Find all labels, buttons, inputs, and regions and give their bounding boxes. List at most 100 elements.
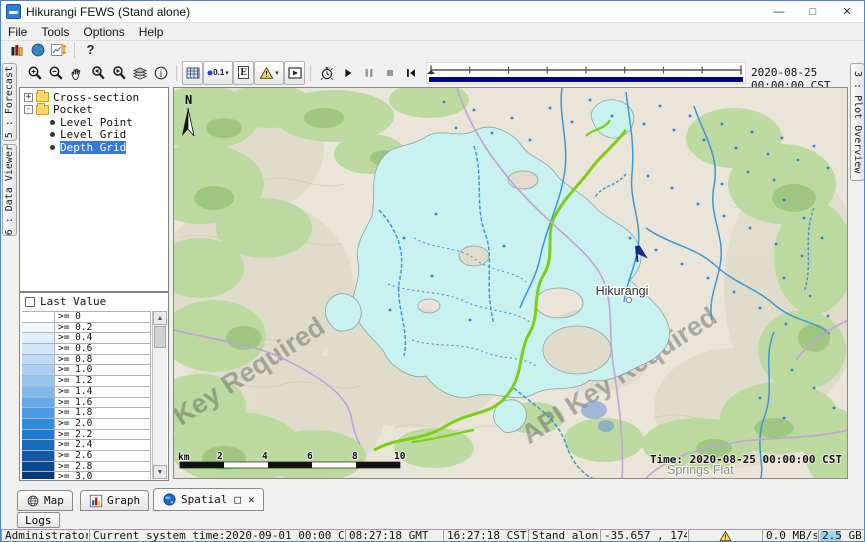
logs-row: Logs — [1, 511, 864, 529]
stopwatch-icon — [319, 65, 335, 81]
help-button[interactable]: ? — [80, 42, 101, 58]
menu-file[interactable]: File — [1, 25, 34, 39]
scrollbar-thumb[interactable] — [154, 326, 166, 348]
menu-options[interactable]: Options — [76, 25, 131, 39]
info-button[interactable]: i — [150, 61, 171, 85]
tab-close-icon[interactable]: ✕ — [248, 493, 255, 506]
app-logo-icon — [6, 4, 21, 19]
zoom-next-button[interactable] — [108, 61, 129, 85]
legend-table: >= 0 >= 0.2 >= 0.4 >= 0.6 >= 0.8 >= 1.0 … — [22, 311, 151, 479]
thresholds-dropdown[interactable]: !▾ — [254, 61, 284, 85]
legend-panel: Last Value >= 0 >= 0.2 >= 0.4 >= 0.6 >= … — [19, 292, 169, 481]
help-glyph: ? — [87, 42, 95, 57]
legend-row[interactable]: >= 3.0 — [22, 472, 151, 479]
logs-button-label: Logs — [25, 514, 52, 527]
legend-color-swatch — [22, 365, 55, 375]
grid-display-button[interactable] — [182, 61, 203, 85]
maximize-button[interactable]: □ — [796, 1, 830, 22]
layers-button[interactable] — [129, 61, 150, 85]
legend-row-label: >= 1.2 — [55, 376, 151, 386]
folder-icon — [36, 92, 49, 102]
last-value-checkbox[interactable] — [25, 297, 35, 307]
spatial-display-button[interactable] — [48, 42, 69, 58]
time-slider[interactable] — [426, 62, 746, 84]
pause-button[interactable] — [358, 61, 379, 85]
svg-text:6: 6 — [307, 451, 313, 462]
map-view[interactable]: API Key Required API Key Required — [173, 87, 848, 479]
tab-spatial[interactable]: Spatial □ ✕ — [153, 488, 264, 511]
zoom-out-icon — [48, 65, 64, 81]
svg-text:8: 8 — [352, 451, 358, 462]
memory-usage-text: 2.5 GB — [822, 529, 862, 542]
legend-color-swatch — [22, 398, 55, 408]
map-display-button[interactable] — [27, 42, 48, 58]
svg-text:i: i — [159, 69, 162, 79]
legend-row-label: >= 0.8 — [55, 355, 151, 365]
legend-color-swatch — [22, 344, 55, 354]
value-labels-dropdown[interactable]: 0.1▾ — [203, 61, 233, 85]
bullet-icon — [50, 120, 55, 125]
step-back-button[interactable] — [400, 61, 421, 85]
menu-tools[interactable]: Tools — [34, 25, 76, 39]
tab-graph[interactable]: Graph — [80, 490, 149, 511]
minimize-button[interactable]: — — [762, 1, 796, 22]
legend-color-swatch — [22, 472, 55, 479]
legend-row-label: >= 3.0 — [55, 472, 151, 479]
tree-item-label: Pocket — [53, 103, 93, 116]
zoom-out-button[interactable] — [45, 61, 66, 85]
status-warning-cell[interactable]: ! — [688, 529, 762, 542]
timer-button[interactable] — [316, 61, 337, 85]
legend-row-label: >= 0.2 — [55, 323, 151, 333]
legend-row-label: >= 1.8 — [55, 408, 151, 418]
tree-item-level-grid[interactable]: Level Grid — [24, 129, 168, 142]
chart-arrow-icon — [50, 42, 67, 58]
tab-map[interactable]: Map — [17, 490, 73, 511]
svg-text:km: km — [178, 452, 190, 463]
pan-hand-icon — [69, 65, 85, 81]
legend-row[interactable]: >= 1.4 — [22, 387, 151, 398]
legend-row-label: >= 0.6 — [55, 344, 151, 354]
scroll-down-button[interactable]: ▼ — [153, 465, 167, 479]
dock-tab-forecast[interactable]: 5 : Forecast — [2, 63, 17, 141]
label-e-icon: E — [238, 66, 249, 79]
scroll-up-button[interactable]: ▲ — [153, 311, 167, 325]
pan-button[interactable] — [66, 61, 87, 85]
app-window: Hikurangi FEWS (Stand alone) — □ ✕ File … — [0, 0, 865, 542]
tree-item-label: Level Point — [60, 116, 133, 129]
svg-text:4: 4 — [262, 451, 268, 462]
status-coordinates: -35.657 , 174.199 — [600, 529, 688, 542]
legend-color-swatch — [22, 408, 55, 418]
globe-icon — [30, 42, 46, 58]
legend-row-label: >= 1.4 — [55, 387, 151, 397]
legend-row[interactable]: >= 2.0 — [22, 419, 151, 430]
legend-scrollbar[interactable]: ▲ ▼ — [152, 311, 167, 479]
data-viewer-button[interactable] — [6, 42, 27, 58]
bullet-icon — [50, 132, 55, 137]
logs-button[interactable]: Logs — [17, 512, 60, 528]
tree-item-depth-grid[interactable]: Depth Grid — [24, 141, 168, 154]
zoom-in-button[interactable] — [24, 61, 45, 85]
dock-tab-plot-overview[interactable]: 3 : Plot Overview — [850, 63, 865, 181]
collapse-icon[interactable]: - — [24, 105, 33, 114]
toolbar-separator — [74, 42, 75, 58]
zoom-previous-button[interactable] — [87, 61, 108, 85]
stop-button[interactable] — [379, 61, 400, 85]
svg-text:!: ! — [723, 533, 727, 541]
tree-item-label: Cross-section — [53, 91, 139, 104]
display-tabs-bar: Map Graph Spatial □ ✕ — [1, 487, 864, 511]
tree-item-label-selected: Depth Grid — [60, 141, 126, 154]
tab-maximize-icon[interactable]: □ — [234, 493, 241, 506]
tree-item-level-point[interactable]: Level Point — [24, 116, 168, 129]
close-button[interactable]: ✕ — [830, 1, 864, 22]
play-button[interactable] — [337, 61, 358, 85]
tree-item-cross-section[interactable]: + Cross-section — [24, 91, 168, 104]
period-bar — [429, 77, 743, 82]
dock-tab-data-viewer[interactable]: 6 : Data Viewer — [2, 144, 17, 236]
menu-help[interactable]: Help — [132, 25, 171, 39]
skip-start-icon — [404, 66, 418, 80]
dock-tab-plot-overview-label: 3 : Plot Overview — [852, 71, 863, 173]
expand-icon[interactable]: + — [24, 93, 33, 102]
tree-item-pocket[interactable]: - Pocket — [24, 104, 168, 117]
label-button[interactable]: E — [233, 61, 254, 85]
animation-button[interactable] — [284, 61, 305, 85]
